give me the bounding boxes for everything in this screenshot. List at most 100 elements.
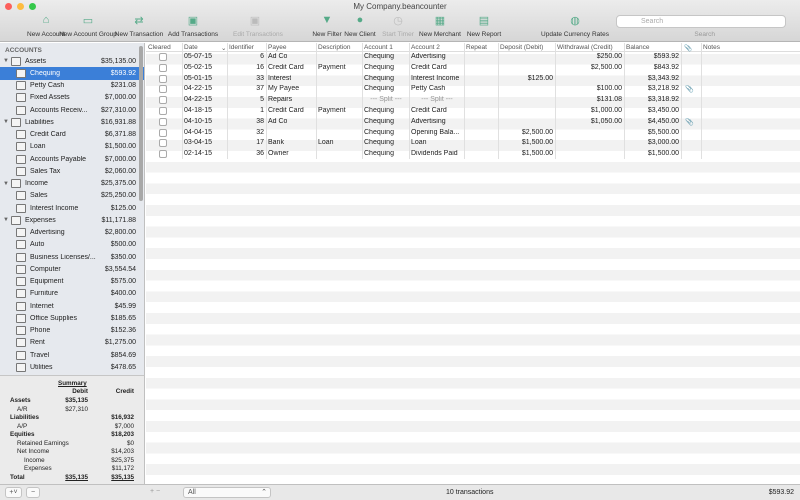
account-icon xyxy=(16,203,26,213)
sidebar-item-accounts-receiv-[interactable]: Accounts Receiv... $27,310.00 xyxy=(0,104,144,116)
toolbar-new-transaction-button[interactable]: ⇄ New Transaction xyxy=(110,11,168,39)
text: 05-01-15 xyxy=(184,74,213,82)
disclosure-triangle-icon[interactable]: ▼ xyxy=(3,58,11,64)
sidebar-item-rent[interactable]: Rent $1,275.00 xyxy=(0,337,144,349)
column-header[interactable]: Cleared xyxy=(148,44,171,51)
sidebar-item-office-supplies[interactable]: Office Supplies $185.65 xyxy=(0,312,144,324)
disclosure-triangle-icon[interactable]: ▼ xyxy=(3,217,11,223)
sidebar-scrollbar[interactable] xyxy=(139,46,143,201)
sidebar-item-computer[interactable]: Computer $3,554.54 xyxy=(0,263,144,275)
sidebar-item-credit-card[interactable]: Credit Card $6,371.88 xyxy=(0,129,144,141)
toolbar-new-report-button[interactable]: ▤ New Report xyxy=(465,11,503,39)
cleared-checkbox[interactable] xyxy=(159,96,167,105)
cleared-checkbox[interactable] xyxy=(159,85,167,94)
cleared-checkbox[interactable] xyxy=(159,74,167,83)
sidebar-item-internet[interactable]: Internet $45.99 xyxy=(0,300,144,312)
text: Total xyxy=(10,473,25,481)
disclosure-triangle-icon[interactable]: ▼ xyxy=(3,181,11,187)
toolbar-new-filter-button[interactable]: ▼ New Filter xyxy=(310,11,344,38)
toolbar-update-currency-rates-button[interactable]: ◍ Update Currency Rates xyxy=(539,11,611,39)
sidebar-item-travel[interactable]: Travel $854.69 xyxy=(0,349,144,361)
text: Interest Income xyxy=(30,204,79,212)
text: Petty Cash xyxy=(411,85,446,93)
cleared-checkbox[interactable] xyxy=(159,107,167,115)
sidebar-item-furniture[interactable]: Furniture $400.00 xyxy=(0,288,144,300)
sidebar-item-fixed-assets[interactable]: Fixed Assets $7,000.00 xyxy=(0,92,144,104)
column-header[interactable]: Account 2 xyxy=(411,44,440,51)
search-input[interactable]: Search xyxy=(616,15,786,28)
column-header[interactable]: Date xyxy=(184,44,198,51)
sidebar-item-auto[interactable]: Auto $500.00 xyxy=(0,239,144,251)
cleared-checkbox[interactable] xyxy=(159,139,167,148)
column-header[interactable]: Payee xyxy=(268,44,286,51)
cleared-checkbox[interactable] xyxy=(159,150,167,159)
text: $2,500.00 xyxy=(521,128,553,136)
text: Payment xyxy=(318,63,346,71)
sidebar-item-chequing[interactable]: Chequing $593.92 xyxy=(0,67,144,80)
sidebar-item-business-licenses-[interactable]: Business Licenses/... $350.00 xyxy=(0,251,144,263)
cleared-checkbox[interactable] xyxy=(159,117,167,126)
sidebar-item-loan[interactable]: Loan $1,500.00 xyxy=(0,141,144,153)
table-row[interactable]: 04-22-15 5 Repairs --- Split --- --- Spl… xyxy=(146,95,800,106)
text: $3,343.92 xyxy=(647,74,679,82)
table-row[interactable]: 04-18-15 1 Credit Card Payment Chequing … xyxy=(146,106,800,117)
attachment-icon[interactable]: 📎 xyxy=(685,85,694,93)
text: Credit Card xyxy=(30,131,66,139)
text: Chequing xyxy=(364,85,394,93)
table-row[interactable]: 02-14-15 36 Owner Chequing Dividends Pai… xyxy=(146,149,800,160)
toolbar-new-merchant-button[interactable]: ▦ New Merchant xyxy=(418,11,462,39)
filter-select[interactable]: All ⌃ xyxy=(183,487,271,498)
column-header[interactable]: Deposit (Debit) xyxy=(500,44,543,51)
text: Interest xyxy=(268,74,292,82)
add-account-button[interactable]: +˅ xyxy=(5,487,22,498)
cleared-checkbox[interactable] xyxy=(159,63,167,72)
text: $231.08 xyxy=(110,82,136,90)
sidebar-item-advertising[interactable]: Advertising $2,800.00 xyxy=(0,227,144,239)
sidebar-item-accounts-payable[interactable]: Accounts Payable $7,000.00 xyxy=(0,153,144,165)
text: Retained Earnings xyxy=(17,439,69,447)
transactions-table: Cleared Date Identifier Payee Description Acc… xyxy=(146,43,800,484)
cleared-checkbox[interactable] xyxy=(159,53,167,61)
sidebar-item-expenses[interactable]: ▼ Expenses $11,171.88 xyxy=(0,214,144,226)
table-row[interactable]: 04-22-15 37 My Payee Chequing Petty Cash… xyxy=(146,84,800,95)
table-row[interactable]: 05-02-15 16 Credit Card Payment Chequing… xyxy=(146,63,800,74)
column-header[interactable]: Notes xyxy=(703,44,720,51)
sidebar-item-phone[interactable]: Phone $152.36 xyxy=(0,325,144,337)
table-row[interactable]: 05-01-15 33 Interest Chequing Interest I… xyxy=(146,74,800,85)
text: $3,554.54 xyxy=(104,265,136,273)
cleared-checkbox[interactable] xyxy=(159,128,167,137)
sidebar-item-petty-cash[interactable]: Petty Cash $231.08 xyxy=(0,80,144,92)
column-header[interactable]: Description xyxy=(318,44,351,51)
text: Accounts Payable xyxy=(30,155,87,163)
table-row[interactable]: 04-10-15 38 Ad Co Chequing Advertising $… xyxy=(146,117,800,128)
text: $7,000 xyxy=(114,422,134,430)
attachment-icon[interactable]: 📎 xyxy=(685,118,694,126)
text: $185.65 xyxy=(110,314,136,322)
sidebar-item-sales-tax[interactable]: Sales Tax $2,060.00 xyxy=(0,165,144,177)
table-row[interactable]: 04-04-15 32 Chequing Opening Bala... $2,… xyxy=(146,128,800,139)
sidebar-item-sales[interactable]: Sales $25,250.00 xyxy=(0,190,144,202)
report-icon: ▤ xyxy=(478,14,490,27)
sidebar-item-interest-income[interactable]: Interest Income $125.00 xyxy=(0,202,144,214)
table-row[interactable]: 05-07-15 6 Ad Co Chequing Advertising $2… xyxy=(146,52,800,63)
column-header[interactable]: Identifier xyxy=(229,44,254,51)
remove-account-button[interactable]: − xyxy=(26,487,40,498)
column-header[interactable]: Balance xyxy=(626,44,650,51)
column-header[interactable]: Account 1 xyxy=(364,44,393,51)
disclosure-triangle-icon[interactable]: ▼ xyxy=(3,119,11,125)
text: 6 xyxy=(260,53,264,60)
column-header[interactable]: Repeat xyxy=(466,44,487,51)
column-header[interactable]: Withdrawal (Credit) xyxy=(557,44,613,51)
table-row[interactable]: 03-04-15 17 Bank Loan Chequing Loan $1,5… xyxy=(146,138,800,149)
sidebar-item-utilities[interactable]: Utilities $478.65 xyxy=(0,361,144,373)
sidebar-item-liabilities[interactable]: ▼ Liabilities $16,931.88 xyxy=(0,116,144,128)
toolbar-add-transactions-button[interactable]: ▣ Add Transactions xyxy=(163,11,223,39)
sidebar-item-income[interactable]: ▼ Income $25,375.00 xyxy=(0,178,144,190)
account-icon xyxy=(16,350,26,360)
toolbar-new-client-button[interactable]: ● New Client xyxy=(344,11,376,38)
sidebar-item-equipment[interactable]: Equipment $575.00 xyxy=(0,276,144,288)
account-icon xyxy=(16,166,26,176)
add-transaction-button[interactable]: + − xyxy=(150,488,160,495)
sidebar-item-assets[interactable]: ▼ Assets $35,135.00 xyxy=(0,55,144,67)
text: $350.00 xyxy=(110,253,136,261)
